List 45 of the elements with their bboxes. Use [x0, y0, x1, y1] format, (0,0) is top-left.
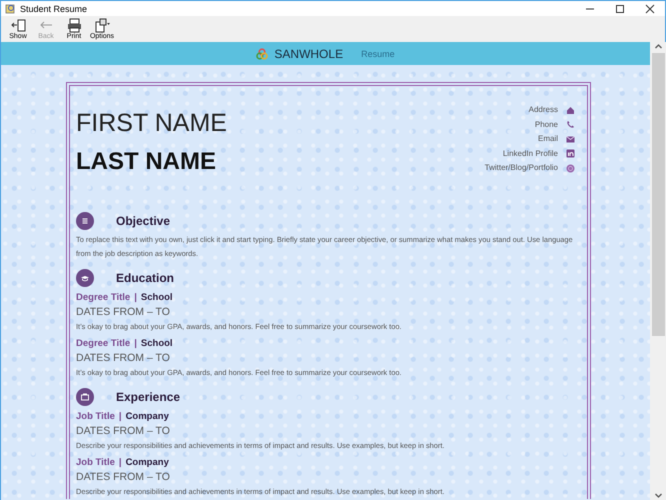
logo-icon [256, 48, 268, 60]
scroll-up-icon[interactable] [654, 42, 662, 51]
toolbar-icon [10, 18, 26, 33]
window-title: Student Resume [20, 4, 88, 14]
app-icon [5, 3, 16, 14]
section-heading: Experience [116, 390, 180, 404]
separator: | [134, 337, 137, 351]
scroll-thumb[interactable] [652, 53, 664, 336]
entry-title: Degree Title [76, 291, 130, 305]
separator: | [134, 291, 137, 305]
section-icon [76, 388, 94, 406]
separator: | [118, 456, 122, 470]
entry-organization: School [140, 291, 173, 305]
entry-dates: DATES FROM – TO [76, 470, 171, 485]
entry-title: Job Title [76, 410, 115, 424]
toolbar-icon [66, 18, 82, 33]
contact-icon [566, 164, 575, 172]
entry-dates: DATES FROM – TO [76, 351, 171, 366]
scroll-down-icon[interactable] [654, 491, 662, 500]
contact-label: Address [528, 104, 558, 116]
entry-dates: DATES FROM – TO [76, 305, 171, 320]
contact-label: Twitter/Blog/Portfolio [484, 162, 558, 174]
entry-title: Job Title [76, 456, 115, 470]
section-icon [76, 269, 94, 287]
last-name: LAST NAME [76, 147, 217, 177]
scrollbar[interactable] [650, 42, 666, 500]
separator: | [118, 410, 122, 424]
section-icon [76, 212, 94, 230]
entry-title: Degree Title [76, 337, 130, 351]
entry-organization: School [140, 337, 173, 351]
contact-label: Email [538, 133, 558, 145]
section-heading: Objective [116, 214, 170, 228]
first-name: FIRST NAME [76, 108, 227, 138]
contact-icon [566, 149, 575, 158]
contact-label: LinkedIn Profile [502, 148, 558, 160]
section-heading: Education [116, 271, 174, 285]
toolbar-icon [94, 18, 110, 33]
entry-dates: DATES FROM – TO [76, 424, 171, 439]
entry-organization: Company [126, 410, 169, 424]
entry-organization: Company [126, 456, 169, 470]
maximize-icon[interactable] [615, 4, 625, 14]
brand-name[interactable]: SANWHOLE [274, 46, 344, 60]
close-icon[interactable] [645, 4, 655, 14]
contact-label: Phone [534, 118, 558, 130]
contact-icon [566, 134, 575, 144]
